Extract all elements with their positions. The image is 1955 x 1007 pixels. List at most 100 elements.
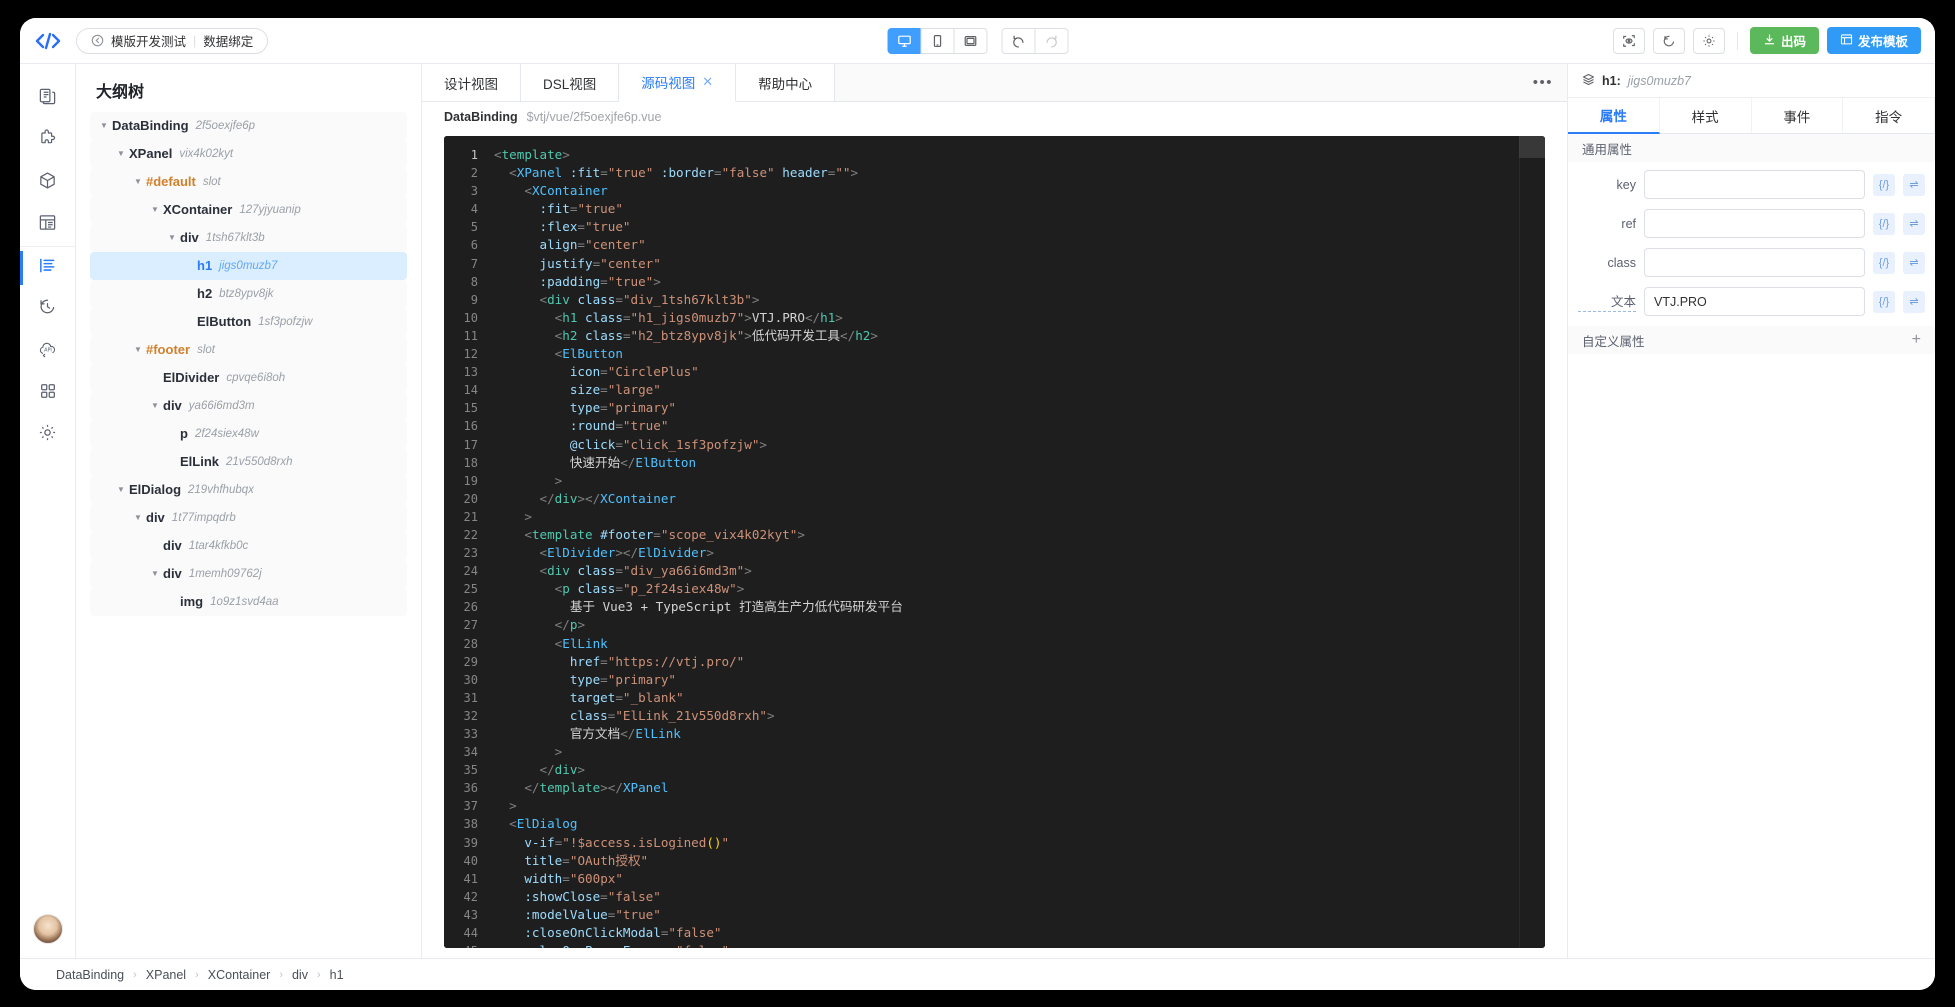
line-number: 15 [463, 401, 478, 416]
databind-icon[interactable]: ⇌ [1903, 290, 1925, 313]
chevron-down-icon[interactable]: ▼ [113, 485, 129, 494]
chevron-down-icon[interactable]: ▼ [147, 569, 163, 578]
sidebar-item-settings[interactable] [20, 414, 76, 456]
sidebar-item-plugins[interactable] [20, 120, 76, 162]
properties-tab-0[interactable]: 属性 [1568, 98, 1660, 134]
line-number: 4 [470, 202, 478, 217]
tree-node-h2[interactable]: h2 btz8ypv8jk [90, 280, 407, 308]
tree-node-ellink[interactable]: ElLink 21v550d8rxh [90, 448, 407, 476]
sidebar-item-history[interactable] [20, 288, 76, 330]
expression-icon[interactable]: {/} [1873, 290, 1895, 313]
publish-template-label: 发布模板 [1857, 35, 1908, 49]
window-icon[interactable] [953, 27, 987, 54]
chevron-down-icon[interactable]: ▼ [164, 233, 180, 242]
code-content[interactable]: <template> <XPanel :fit="true" :border="… [490, 136, 1519, 948]
more-horizontal-icon[interactable]: ••• [1533, 64, 1553, 101]
databind-icon[interactable]: ⇌ [1903, 173, 1925, 196]
tab-0[interactable]: 设计视图 [422, 64, 521, 101]
breadcrumb-item[interactable]: h1 [330, 968, 344, 982]
line-number: 38 [463, 817, 478, 832]
sidebar-item-blocks[interactable] [20, 204, 76, 246]
tree-node-eldialog[interactable]: ▼ ElDialog 219vhfhubqx [90, 476, 407, 504]
tree-node-elbutton[interactable]: ElButton 1sf3pofzjw [90, 308, 407, 336]
gear-icon [38, 423, 57, 447]
fullscreen-preview-icon[interactable] [1612, 27, 1645, 54]
code-line: 基于 Vue3 + TypeScript 打造高生产力低代码研发平台 [494, 599, 903, 615]
databind-icon[interactable]: ⇌ [1903, 251, 1925, 274]
code-line: <template #footer="scope_vix4k02kyt"> [524, 526, 805, 542]
sidebar-item-components[interactable] [20, 162, 76, 204]
tab-3[interactable]: 帮助中心 [736, 64, 836, 101]
refresh-icon[interactable] [1652, 27, 1685, 54]
breadcrumb-item[interactable]: div [292, 968, 308, 982]
tree-scroll-area[interactable]: ▼ DataBinding 2f5oexjfe6p ▼ XPanel vix4k02kyt… [76, 112, 421, 958]
project-breadcrumb-pill[interactable]: 模版开发测试 | 数据绑定 [76, 27, 269, 54]
tree-node-xpanel[interactable]: ▼ XPanel vix4k02kyt [90, 140, 407, 168]
tree-node-p[interactable]: p 2f24siex48w [90, 420, 407, 448]
mobile-icon[interactable] [920, 27, 954, 54]
tree-node-eldivider[interactable]: ElDivider cpvqe6i8oh [90, 364, 407, 392]
editor-scrollbar-thumb[interactable] [1519, 136, 1545, 158]
publish-template-button[interactable]: 发布模板 [1826, 27, 1921, 54]
close-icon[interactable]: ✕ [702, 74, 713, 90]
expression-icon[interactable]: {/} [1873, 212, 1895, 235]
code-line: <XContainer [524, 183, 608, 199]
outline-tree-icon [38, 256, 57, 280]
tree-node-databinding[interactable]: ▼ DataBinding 2f5oexjfe6p [90, 112, 407, 140]
chevron-down-icon[interactable]: ▼ [130, 177, 146, 186]
tree-node-id: btz8ypv8jk [219, 287, 274, 300]
gear-icon[interactable] [1692, 27, 1725, 54]
expression-icon[interactable]: {/} [1873, 173, 1895, 196]
layers-icon [1582, 73, 1595, 89]
tab-1[interactable]: DSL视图 [521, 64, 620, 101]
editor-minimap[interactable] [1519, 136, 1545, 948]
property-input-key[interactable] [1644, 170, 1865, 199]
desktop-icon[interactable] [887, 27, 921, 54]
chevron-down-icon[interactable]: ▼ [147, 401, 163, 410]
code-line: > [554, 744, 563, 760]
breadcrumb-item[interactable]: XPanel [146, 968, 186, 982]
file-path-bar: DataBinding $vtj/vue/2f5oexjfe6p.vue [422, 102, 1567, 132]
databind-icon[interactable]: ⇌ [1903, 212, 1925, 235]
redo-icon[interactable] [1034, 27, 1068, 54]
properties-tab-2[interactable]: 事件 [1751, 98, 1844, 134]
expression-icon[interactable]: {/} [1873, 251, 1895, 274]
editor-tabbar: 设计视图 DSL视图 源码视图 ✕ 帮助中心 ••• [422, 64, 1567, 102]
property-input-ref[interactable] [1644, 209, 1865, 238]
chevron-down-icon[interactable]: ▼ [147, 205, 163, 214]
chevron-down-icon[interactable]: ▼ [96, 121, 112, 130]
sidebar-item-apps[interactable] [20, 372, 76, 414]
plus-icon[interactable]: + [1912, 331, 1921, 349]
sidebar-item-outline[interactable] [20, 246, 76, 288]
selected-node-header: h1: jigs0muzb7 [1568, 64, 1935, 98]
sidebar-item-pages[interactable] [20, 78, 76, 120]
export-code-button[interactable]: 出码 [1749, 27, 1819, 54]
tree-node-div[interactable]: ▼ div 1t77impqdrb [90, 504, 407, 532]
user-avatar[interactable] [32, 914, 63, 944]
code-line: 快速开始</ElButton [494, 454, 697, 470]
tree-node-xcontainer[interactable]: ▼ XContainer 127yjyuanip [90, 196, 407, 224]
tree-node-div[interactable]: ▼ div 1memh09762j [90, 560, 407, 588]
breadcrumb-item[interactable]: DataBinding [56, 968, 124, 982]
properties-tab-3[interactable]: 指令 [1843, 98, 1935, 134]
chevron-down-icon[interactable]: ▼ [113, 149, 129, 158]
app-logo[interactable] [20, 18, 76, 64]
tree-node-h1[interactable]: h1 jigs0muzb7 [90, 252, 407, 280]
tree-node-img[interactable]: img 1o9z1svd4aa [90, 588, 407, 616]
tree-node-default[interactable]: ▼ #default slot [90, 168, 407, 196]
tree-node-div[interactable]: ▼ div ya66i6md3m [90, 392, 407, 420]
chevron-down-icon[interactable]: ▼ [130, 513, 146, 522]
chevron-down-icon[interactable]: ▼ [130, 345, 146, 354]
property-input-文本[interactable] [1644, 287, 1865, 316]
property-input-class[interactable] [1644, 248, 1865, 277]
tree-node-div[interactable]: div 1tar4kfkb0c [90, 532, 407, 560]
properties-tab-1[interactable]: 样式 [1659, 98, 1752, 134]
tab-2[interactable]: 源码视图 ✕ [619, 64, 737, 102]
tree-node-footer[interactable]: ▼ #footer slot [90, 336, 407, 364]
undo-icon[interactable] [1001, 27, 1035, 54]
back-circle-icon[interactable] [91, 34, 104, 47]
sidebar-item-api[interactable]: API [20, 330, 76, 372]
code-editor[interactable]: 1 2 3 4 5 6 7 8 9 10 11 12 13 14 15 16 17 18 19 20 21 22 23 24 2… [444, 136, 1545, 948]
tree-node-div[interactable]: ▼ div 1tsh67klt3b [90, 224, 407, 252]
breadcrumb-item[interactable]: XContainer [208, 968, 271, 982]
